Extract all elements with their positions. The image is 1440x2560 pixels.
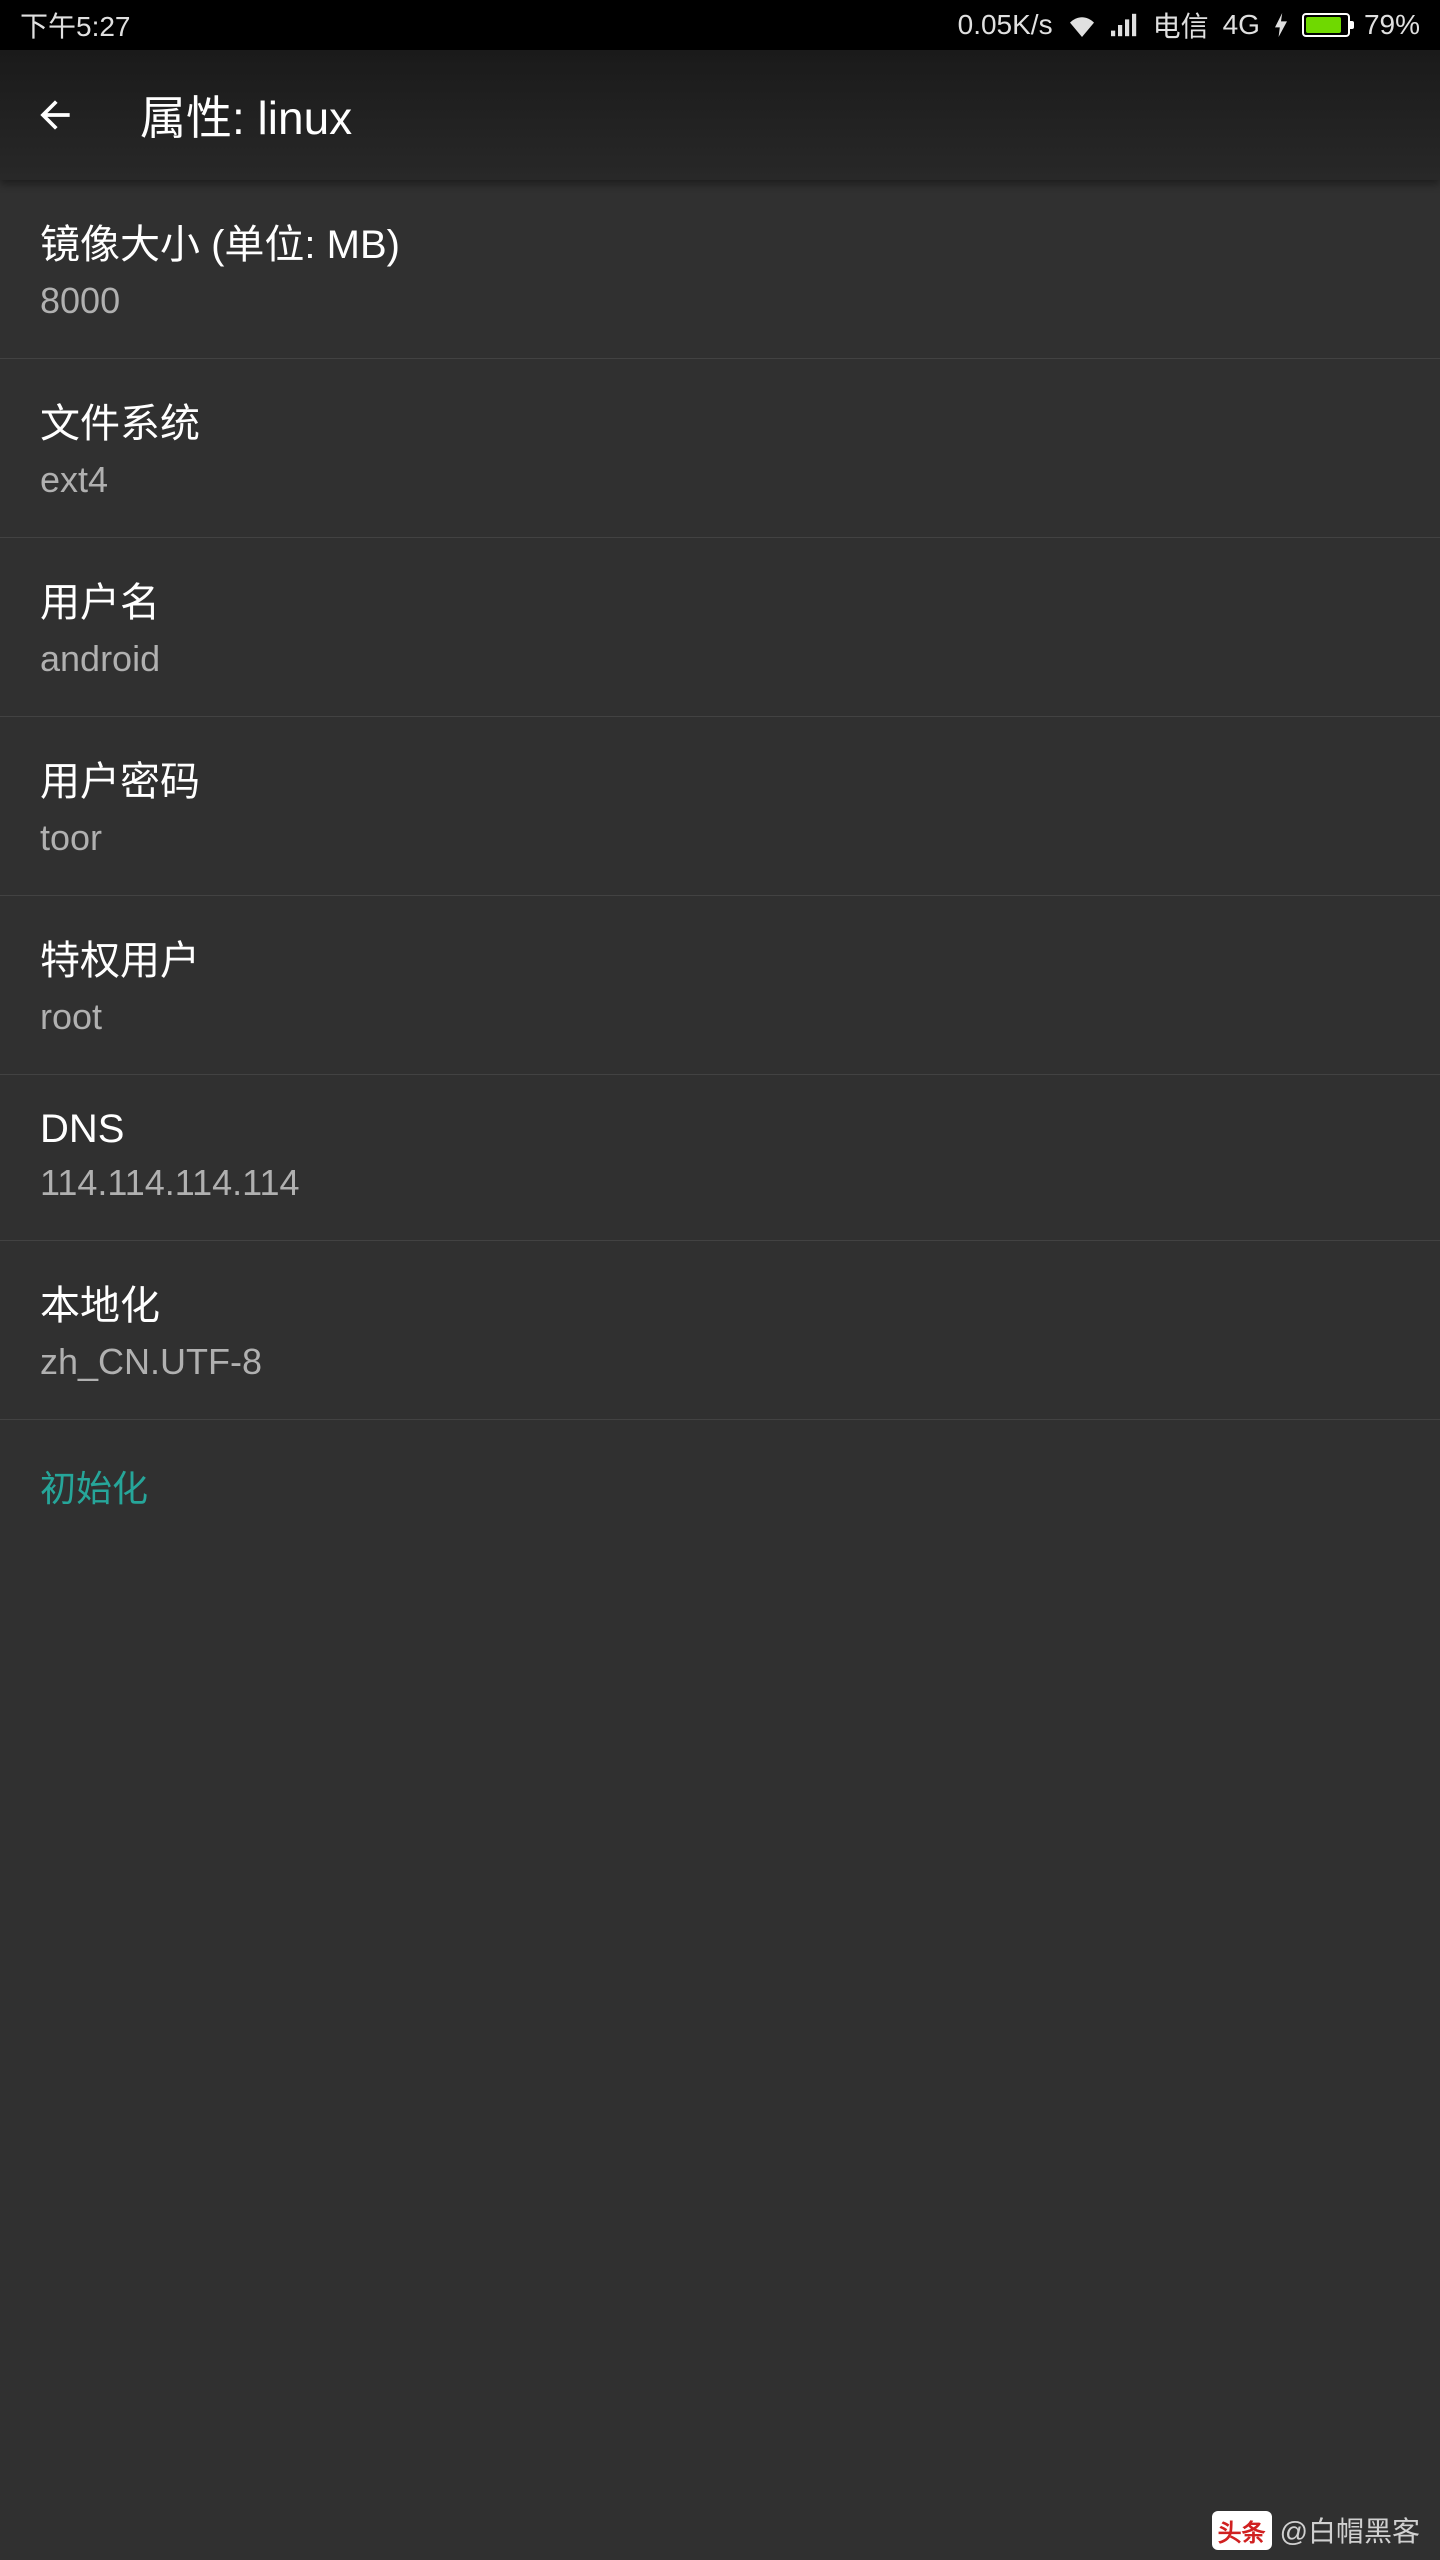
setting-value: root [40, 996, 1400, 1038]
section-header-init: 初始化 [0, 1420, 1440, 1532]
page-title: 属性: linux [140, 82, 352, 148]
setting-filesystem[interactable]: 文件系统 ext4 [0, 359, 1440, 538]
setting-locale[interactable]: 本地化 zh_CN.UTF-8 [0, 1241, 1440, 1420]
setting-value: toor [40, 817, 1400, 859]
setting-value: android [40, 638, 1400, 680]
settings-list: 镜像大小 (单位: MB) 8000 文件系统 ext4 用户名 android… [0, 180, 1440, 1532]
status-carrier: 电信 [1153, 5, 1209, 45]
back-button[interactable] [30, 90, 80, 140]
setting-label: 用户名 [40, 570, 1400, 628]
setting-username[interactable]: 用户名 android [0, 538, 1440, 717]
setting-value: 114.114.114.114 [40, 1162, 1400, 1204]
setting-label: 特权用户 [40, 928, 1400, 986]
setting-value: zh_CN.UTF-8 [40, 1341, 1400, 1383]
setting-privileged-user[interactable]: 特权用户 root [0, 896, 1440, 1075]
wifi-icon [1067, 13, 1097, 37]
setting-value: 8000 [40, 280, 1400, 322]
watermark: 头条 @白帽黑客 [1212, 2510, 1420, 2550]
setting-label: 文件系统 [40, 391, 1400, 449]
setting-value: ext4 [40, 459, 1400, 501]
setting-image-size[interactable]: 镜像大小 (单位: MB) 8000 [0, 180, 1440, 359]
setting-dns[interactable]: DNS 114.114.114.114 [0, 1075, 1440, 1241]
status-battery-percent: 79% [1364, 9, 1420, 41]
status-network: 4G [1223, 9, 1260, 41]
signal-icon [1111, 13, 1139, 37]
setting-label: DNS [40, 1107, 1400, 1152]
watermark-logo: 头条 [1212, 2511, 1272, 2550]
setting-label: 用户密码 [40, 749, 1400, 807]
setting-password[interactable]: 用户密码 toor [0, 717, 1440, 896]
status-speed: 0.05K/s [958, 9, 1053, 41]
setting-label: 本地化 [40, 1273, 1400, 1331]
watermark-text: @白帽黑客 [1280, 2510, 1420, 2550]
status-bar: 下午5:27 0.05K/s 电信 4G 79% [0, 0, 1440, 50]
lightning-icon [1274, 13, 1288, 37]
status-time: 下午5:27 [20, 5, 131, 45]
battery-icon [1302, 13, 1350, 37]
app-bar: 属性: linux [0, 50, 1440, 180]
setting-label: 镜像大小 (单位: MB) [40, 212, 1400, 270]
